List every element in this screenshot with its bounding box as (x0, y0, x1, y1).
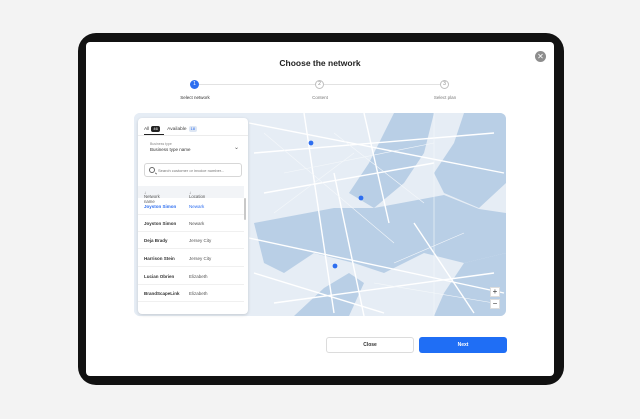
chevron-down-icon: ⌄ (233, 145, 239, 151)
table-header: Network name ↓ Location ↓ (138, 186, 244, 204)
table-row[interactable]: Joyston Simon Newark (138, 215, 244, 232)
stepper-line (199, 84, 319, 85)
map-pin[interactable] (308, 140, 314, 146)
scrollbar[interactable] (244, 198, 246, 220)
table-row[interactable]: Harrison Stein Jersey City (138, 250, 244, 267)
step-3-indicator[interactable]: 3 (440, 80, 449, 89)
search-field[interactable] (144, 163, 242, 177)
network-list-panel: All 46 Available 18 Business type Business… (138, 118, 248, 314)
column-location[interactable]: Location ↓ (189, 190, 205, 199)
divider (138, 135, 248, 136)
business-type-label: Business type (150, 142, 172, 146)
step-2-indicator[interactable]: 2 (315, 80, 324, 89)
modal-screen: ✕ Choose the network 1 2 3 Select networ… (86, 42, 554, 376)
search-input[interactable] (158, 166, 240, 175)
tab-available[interactable]: Available 18 (167, 126, 203, 132)
search-icon (149, 167, 155, 173)
map-pin[interactable] (358, 195, 364, 201)
step-1-indicator[interactable]: 1 (190, 80, 199, 89)
step-3-label: Select plan (433, 95, 457, 100)
close-button[interactable]: Close (326, 337, 414, 353)
next-button[interactable]: Next (419, 337, 507, 353)
table-row[interactable]: Lucian Obrien Elizabeth (138, 268, 244, 285)
step-1-label: Select network (180, 95, 210, 100)
stepper-line (324, 84, 441, 85)
column-network-name[interactable]: Network name ↓ (144, 190, 160, 204)
business-type-select[interactable]: Business type Business type name ⌄ (144, 140, 242, 154)
map-pin[interactable] (332, 263, 338, 269)
table-row[interactable]: Deja Brady Jersey City (138, 232, 244, 249)
filter-tabs: All 46 Available 18 (144, 126, 203, 132)
table-row[interactable]: Joyston Simon Newark (138, 198, 244, 215)
tab-all[interactable]: All 46 (144, 126, 166, 132)
business-type-value: Business type name (150, 147, 191, 152)
table-row[interactable]: BrandScapeLink Elizabeth (138, 285, 244, 302)
page-title: Choose the network (279, 58, 361, 68)
zoom-in-button[interactable]: + (490, 287, 500, 297)
step-2-label: Content (312, 95, 328, 100)
zoom-out-button[interactable]: − (490, 299, 500, 309)
